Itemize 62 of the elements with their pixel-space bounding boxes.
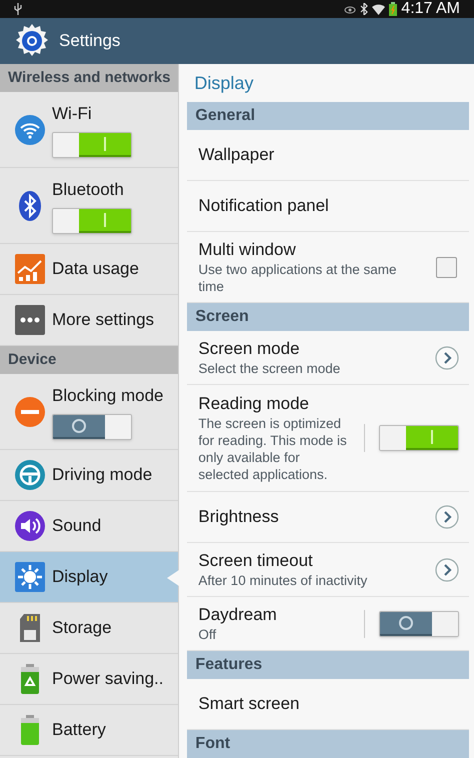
setting-row[interactable]: Reading mode The screen is optimized for reading. This mode is only available for selected applications. [187, 385, 470, 492]
chevron-right-icon[interactable] [435, 558, 460, 582]
setting-row[interactable]: Wallpaper [187, 130, 470, 181]
item-label: Battery [52, 719, 106, 742]
app-title: Settings [59, 30, 120, 52]
setting-title: Daydream [198, 604, 278, 626]
setting-title: Wallpaper [198, 144, 276, 166]
setting-row[interactable]: Brightness [187, 492, 470, 543]
chart-icon [14, 253, 46, 285]
bluetooth-icon [360, 3, 368, 15]
item-label: Wi-Fi [52, 102, 93, 125]
item-label: Driving mode [52, 464, 152, 486]
setting-title: Screen mode [198, 338, 301, 360]
sidebar-item[interactable]: Display [0, 552, 178, 603]
brightness-icon [14, 561, 46, 593]
setting-summary: Use two applications at the same time [198, 261, 398, 295]
section-header: Features [187, 651, 470, 679]
setting-title: Reading mode [198, 393, 310, 415]
eye-icon [344, 4, 356, 14]
item-label: Sound [52, 515, 102, 538]
item-label: Bluetooth [52, 178, 125, 201]
section-header: Device [0, 346, 178, 374]
more-icon [14, 304, 46, 336]
section-header: Screen [187, 303, 470, 331]
page-title: Display [194, 72, 254, 95]
item-label: More settings [52, 309, 154, 332]
chevron-right-icon[interactable] [435, 505, 460, 529]
item-label: Data usage [52, 258, 139, 280]
toggle-switch[interactable] [379, 425, 460, 451]
setting-title: Notification panel [198, 195, 330, 217]
setting-summary: The screen is optimized for reading. This mode is only available for selected applications. [198, 415, 348, 483]
toggle-switch[interactable] [379, 610, 460, 636]
item-label: Power saving.. [52, 668, 164, 690]
setting-row[interactable]: Screen mode Select the screen mode [187, 331, 470, 385]
status-time: 4:17 AM [401, 1, 460, 17]
setting-row[interactable]: Notification panel [187, 181, 470, 232]
checkbox[interactable] [436, 256, 458, 278]
section-header: General [187, 102, 470, 130]
setting-title: Multi window [198, 239, 297, 261]
toggle-switch[interactable] [52, 208, 132, 234]
wifi-icon [14, 114, 46, 146]
toggle-switch[interactable] [52, 132, 132, 158]
toggle-switch[interactable] [52, 414, 132, 440]
battery-icon [389, 2, 398, 16]
setting-summary: Select the screen mode [198, 360, 342, 377]
item-label: Storage [52, 617, 112, 640]
setting-row[interactable]: Screen timeout After 10 minutes of inactivity [187, 543, 470, 597]
speaker-icon [14, 510, 46, 542]
usb-icon [14, 3, 22, 15]
setting-title: Smart screen [198, 693, 301, 715]
steering-wheel-icon [14, 459, 46, 491]
section-header: Font [187, 730, 470, 758]
wifi-icon [372, 3, 386, 15]
section-header: Wireless and networks [0, 64, 178, 92]
item-label: Blocking mode [52, 384, 164, 407]
chevron-right-icon[interactable] [435, 346, 460, 370]
setting-summary: Off [198, 626, 218, 643]
setting-title: Brightness [198, 506, 280, 528]
item-label: Display [52, 566, 108, 588]
setting-title: Screen timeout [198, 550, 314, 572]
setting-summary: After 10 minutes of inactivity [198, 572, 368, 589]
blocking-icon [14, 396, 46, 428]
